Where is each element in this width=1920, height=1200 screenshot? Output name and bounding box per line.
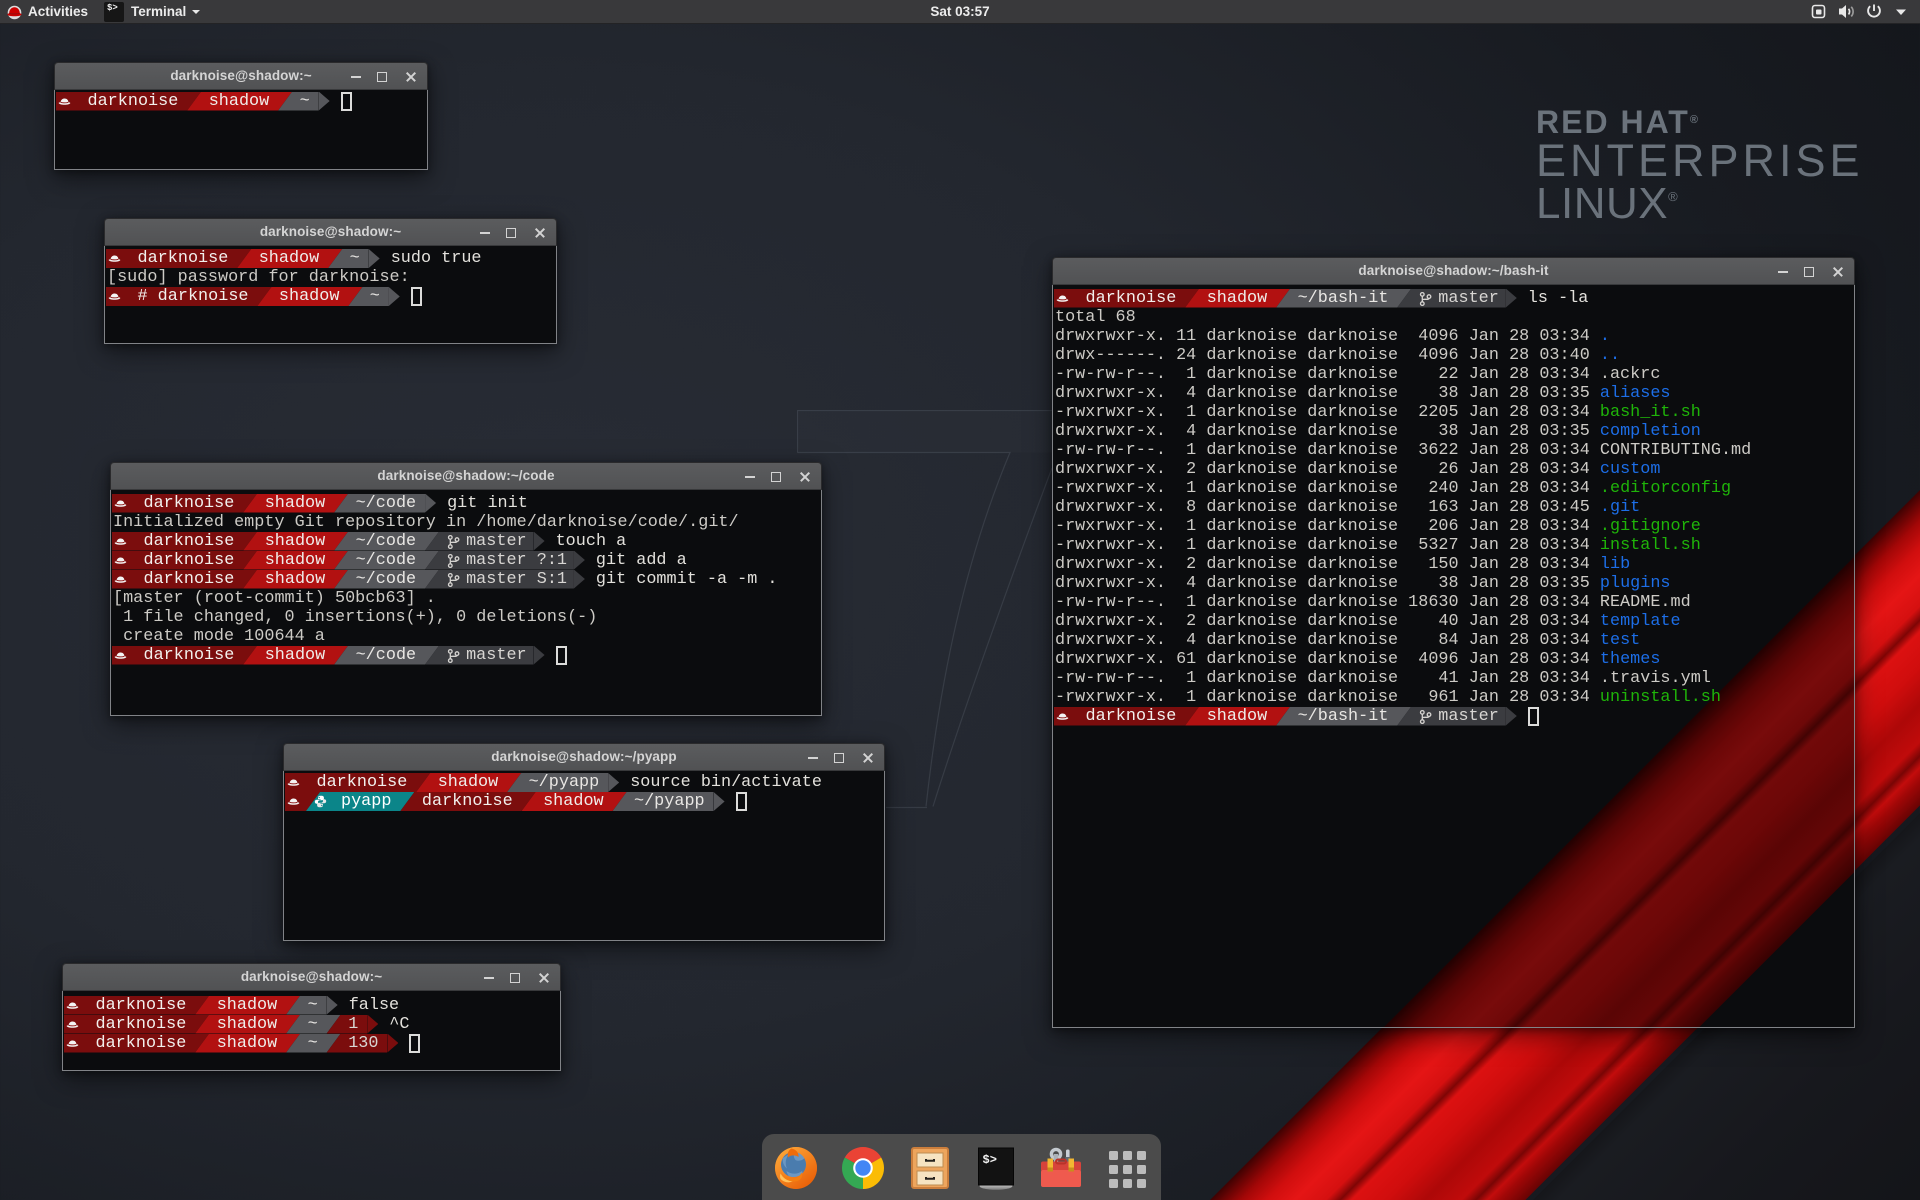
svg-text:$>: $> xyxy=(983,1153,997,1167)
